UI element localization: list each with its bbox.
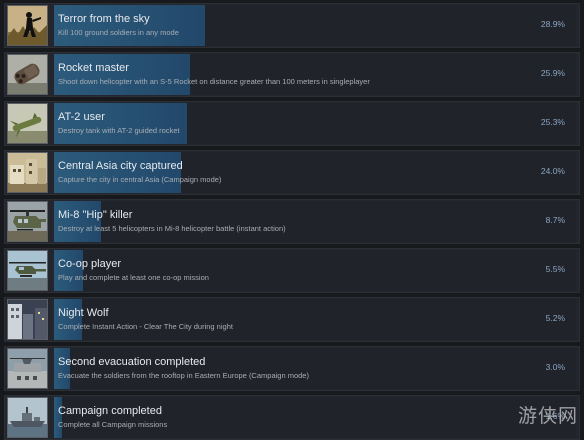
achievement-description: Evacuate the soldiers from the rooftop i… (58, 371, 309, 380)
achievement-row[interactable]: Co-op player Play and complete at least … (4, 248, 580, 293)
progress-fill (54, 54, 190, 95)
achievement-row[interactable]: Campaign completed Complete all Campaign… (4, 395, 580, 440)
unlock-percentage: 25.3% (540, 117, 565, 127)
unlock-percentage: 24.0% (540, 166, 565, 176)
progress-fill (54, 299, 82, 340)
progress-fill (54, 201, 101, 242)
achievement-title: Campaign completed (58, 405, 162, 417)
achievement-row[interactable]: Rocket master Shoot down helicopter with… (4, 52, 580, 97)
achievement-description: Complete all Campaign missions (58, 420, 168, 429)
achievement-title: Second evacuation completed (58, 356, 206, 368)
unlock-percentage: 25.9% (540, 68, 565, 78)
progress-track (54, 348, 576, 389)
progress-fill (54, 103, 188, 144)
unlock-percentage: 3.0% (545, 362, 565, 372)
guided-missile-icon (7, 103, 48, 144)
achievement-title: AT-2 user (58, 111, 105, 123)
achievement-list: Terror from the sky Kill 100 ground sold… (0, 0, 584, 440)
achievement-description: Destroy at least 5 helicopters in Mi-8 h… (58, 224, 286, 233)
achievement-title: Co-op player (58, 258, 121, 270)
progress-fill (54, 152, 181, 193)
rocket-pod-icon (7, 54, 48, 95)
achievement-title: Central Asia city captured (58, 160, 183, 172)
achievement-description: Play and complete at least one co-op mis… (58, 273, 209, 282)
progress-track (54, 103, 576, 144)
achievement-row[interactable]: Terror from the sky Kill 100 ground sold… (4, 3, 580, 48)
achievement-title: Terror from the sky (58, 13, 150, 25)
night-city-icon (7, 299, 48, 340)
progress-track (54, 5, 576, 46)
achievement-description: Shoot down helicopter with an S-5 Rocket… (58, 77, 370, 86)
achievement-row[interactable]: Night Wolf Complete Instant Action - Cle… (4, 297, 580, 342)
achievement-row[interactable]: Second evacuation completed Evacuate the… (4, 346, 580, 391)
progress-track (54, 397, 576, 438)
achievement-row[interactable]: AT-2 user Destroy tank with AT-2 guided … (4, 101, 580, 146)
attack-helicopter-icon (7, 250, 48, 291)
transport-helicopter-icon (7, 201, 48, 242)
rooftop-icon (7, 348, 48, 389)
progress-track (54, 152, 576, 193)
unlock-percentage: 5.5% (545, 264, 565, 274)
watermark: 游侠网 (517, 405, 578, 427)
achievement-description: Kill 100 ground soldiers in any mode (58, 28, 179, 37)
achievement-title: Rocket master (58, 62, 129, 74)
city-icon (7, 152, 48, 193)
soldier-icon (7, 5, 48, 46)
achievement-title: Mi-8 "Hip" killer (58, 209, 133, 221)
progress-fill (54, 250, 83, 291)
unlock-percentage: 28.9% (540, 19, 565, 29)
progress-track (54, 201, 576, 242)
progress-fill (54, 348, 70, 389)
achievement-description: Destroy tank with AT-2 guided rocket (58, 126, 180, 135)
unlock-percentage: 8.7% (545, 215, 565, 225)
ship-icon (7, 397, 48, 438)
achievement-row[interactable]: Central Asia city captured Capture the c… (4, 150, 580, 195)
achievement-description: Complete Instant Action - Clear The City… (58, 322, 233, 331)
unlock-percentage: 5.2% (545, 313, 565, 323)
achievement-title: Night Wolf (58, 307, 109, 319)
achievement-description: Capture the city in central Asia (Campai… (58, 175, 222, 184)
progress-fill (54, 5, 206, 46)
progress-track (54, 299, 576, 340)
progress-fill (54, 397, 63, 438)
progress-track (54, 54, 576, 95)
achievement-row[interactable]: Mi-8 "Hip" killer Destroy at least 5 hel… (4, 199, 580, 244)
progress-track (54, 250, 576, 291)
